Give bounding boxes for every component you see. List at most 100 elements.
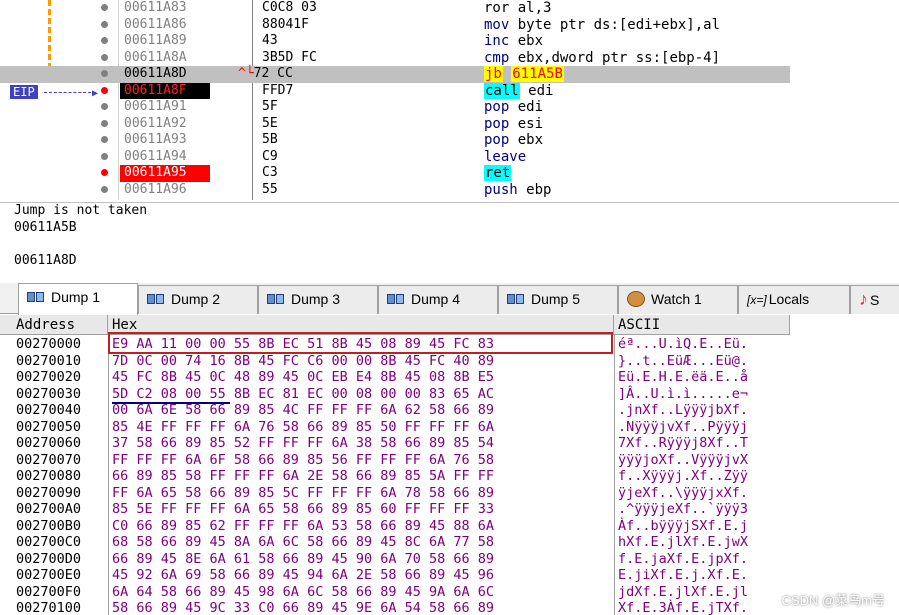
dump-ascii[interactable]: Xf.E.3Àf.E.jTXf. xyxy=(618,600,748,615)
dump-row[interactable]: 00270010 7D 0C 00 74 16 8B 45 FC C6 00 00… xyxy=(0,353,790,370)
dump-address: 00270100 xyxy=(16,600,82,615)
dump-ascii[interactable]: f.E.jaXf.E.jpXf. xyxy=(618,551,748,568)
disasm-row[interactable]: 00611A8D ^└72 CC jb 611A5B xyxy=(0,66,790,83)
dump-row[interactable]: 00270080 66 89 85 58 FF FF FF 6A 2E 58 66… xyxy=(0,468,790,485)
disasm-bytes: 55 xyxy=(262,182,278,198)
disasm-row[interactable]: 00611A92 5E pop esi xyxy=(0,116,790,133)
disasm-row[interactable]: 00611A89 43 inc ebx xyxy=(0,33,790,50)
breakpoint-slot-icon[interactable] xyxy=(101,103,108,110)
disasm-address: 00611A94 xyxy=(124,148,187,164)
dump-hex-bytes[interactable]: 68 58 66 89 45 8A 6A 6C 58 66 89 45 8C 6… xyxy=(112,534,494,551)
breakpoint-dot-icon[interactable] xyxy=(101,169,108,176)
dump-ascii[interactable]: E.jiXf.E.j.Xf.E. xyxy=(618,567,748,584)
tab-locals[interactable]: [x=] Locals xyxy=(738,285,850,314)
header-ascii[interactable]: ASCII xyxy=(614,315,790,335)
breakpoint-slot-icon[interactable] xyxy=(101,37,108,44)
hex-dump-view[interactable]: Address Hex ASCII 00270000 E9 AA 11 00 00… xyxy=(0,315,790,615)
dump-row[interactable]: 002700A0 85 5E FF FF FF 6A 65 58 66 89 85… xyxy=(0,501,790,518)
disasm-address: 00611A86 xyxy=(124,16,187,32)
breakpoint-slot-icon[interactable] xyxy=(101,70,108,77)
dump-ascii[interactable]: jdXf.E.jlXf.E.jl xyxy=(618,584,748,601)
disasm-row[interactable]: 00611A8A 3B5D FC cmp ebx,dword ptr ss:[ebp… xyxy=(0,50,790,67)
dump-row[interactable]: 00270020 45 FC 8B 45 0C 48 89 45 0C EB E4… xyxy=(0,369,790,386)
dump-ascii[interactable]: 7Xf..Rÿÿÿj8Xf..T xyxy=(618,435,748,452)
dump-address: 002700A0 xyxy=(16,501,82,517)
dump-ascii[interactable]: }..t..EüÆ...Eü@. xyxy=(618,353,748,370)
disasm-row[interactable]: 00611A86 88041F mov byte ptr ds:[edi+ebx],… xyxy=(0,17,790,34)
dump-ascii[interactable]: .^ÿÿÿjeXf..`ÿÿÿ3 xyxy=(618,501,748,518)
dump-hex-bytes[interactable]: 45 92 6A 69 58 66 89 45 94 6A 2E 58 66 8… xyxy=(112,567,494,584)
tab-dump-5[interactable]: Dump 5 xyxy=(498,285,618,314)
tab-dump-1[interactable]: Dump 1 xyxy=(18,283,138,315)
dump-hex-bytes[interactable]: 58 66 89 45 9C 33 C0 66 89 45 9E 6A 54 5… xyxy=(112,600,494,615)
disasm-row[interactable]: 00611A94 C9 leave xyxy=(0,149,790,166)
disasm-bytes: 88041F xyxy=(262,17,309,33)
breakpoint-slot-icon[interactable] xyxy=(101,53,108,61)
dump-row[interactable]: 00270030 5D C2 08 00 55 8B EC 81 EC 00 08… xyxy=(0,386,790,403)
tab-dump-2[interactable]: Dump 2 xyxy=(138,285,258,314)
dump-ascii[interactable]: ÿjeXf..\ÿÿÿjxXf. xyxy=(618,485,748,502)
disasm-row[interactable]: 00611A91 5F pop edi xyxy=(0,99,790,116)
dump-hex-bytes[interactable]: C0 66 89 85 62 FF FF FF 6A 53 58 66 89 4… xyxy=(112,518,494,535)
breakpoint-slot-icon[interactable] xyxy=(101,119,108,127)
dump-address: 002700F0 xyxy=(16,583,82,600)
tab-dump-3[interactable]: Dump 3 xyxy=(258,285,378,314)
dump-hex-bytes[interactable]: FF FF FF 6A 6F 58 66 89 85 56 FF FF FF 6… xyxy=(112,452,494,469)
dump-hex-bytes[interactable]: 5D C2 08 00 55 8B EC 81 EC 00 08 00 00 8… xyxy=(112,386,494,403)
tab-s[interactable]: ♪ S xyxy=(850,285,899,314)
dump-row[interactable]: 00270100 58 66 89 45 9C 33 C0 66 89 45 9E… xyxy=(0,600,790,615)
dump-row[interactable]: 00270040 00 6A 6E 58 66 89 85 4C FF FF FF… xyxy=(0,402,790,419)
dump-row[interactable]: 002700F0 6A 64 58 66 89 45 98 6A 6C 58 66… xyxy=(0,584,790,601)
disasm-row[interactable]: 00611A96 55 push ebp xyxy=(0,182,790,199)
dump-hex-bytes[interactable]: 45 FC 8B 45 0C 48 89 45 0C EB E4 8B 45 0… xyxy=(112,369,494,386)
dump-ascii[interactable]: .jnXf..LÿÿÿjbXf. xyxy=(618,402,748,419)
dump-ascii[interactable]: Àf..bÿÿÿjSXf.E.j xyxy=(618,518,748,535)
dump-hex-bytes[interactable]: 7D 0C 00 74 16 8B 45 FC C6 00 00 8B 45 F… xyxy=(112,353,494,370)
tab-watch-1[interactable]: Watch 1 xyxy=(618,285,738,314)
dump-row[interactable]: 002700D0 66 89 45 8E 6A 61 58 66 89 45 90… xyxy=(0,551,790,568)
instruction-operands: esi xyxy=(517,115,544,132)
instruction-mnemonic: pop xyxy=(484,132,510,148)
dump-hex-bytes[interactable]: 00 6A 6E 58 66 89 85 4C FF FF FF 6A 62 5… xyxy=(112,402,494,419)
dump-ascii[interactable]: ÿÿÿjoXf..VÿÿÿjvX xyxy=(618,452,748,469)
disasm-row[interactable]: 00611A8F FFD7 call edi xyxy=(0,82,790,99)
dump-row[interactable]: 00270060 37 58 66 89 85 52 FF FF FF 6A 38… xyxy=(0,435,790,452)
breakpoint-slot-icon[interactable] xyxy=(101,20,108,28)
dump-ascii[interactable]: ]Â..U.ì.ì.....e¬ xyxy=(618,386,748,403)
dump-ascii[interactable]: éª...U.ìQ.E..Eü. xyxy=(618,336,748,353)
instruction-mnemonic: leave xyxy=(484,148,527,165)
disasm-bytes-text: 55 xyxy=(262,181,278,197)
dump-ascii[interactable]: .NÿÿÿjvXf..Pÿÿÿj xyxy=(618,419,748,436)
dump-hex-bytes[interactable]: 6A 64 58 66 89 45 98 6A 6C 58 66 89 45 9… xyxy=(112,584,494,601)
breakpoint-dot-icon[interactable] xyxy=(101,86,108,94)
dump-row[interactable]: 002700B0 C0 66 89 85 62 FF FF FF 6A 53 58… xyxy=(0,518,790,535)
dump-ascii[interactable]: Eü.E.H.E.ëä.E..å xyxy=(618,369,748,386)
disasm-bytes-text: 5F xyxy=(262,99,278,114)
dump-hex-bytes[interactable]: 85 4E FF FF FF 6A 76 58 66 89 85 50 FF F… xyxy=(112,419,494,436)
dump-row[interactable]: 00270070 FF FF FF 6A 6F 58 66 89 85 56 FF… xyxy=(0,452,790,469)
dump-ascii[interactable]: hXf.E.jlXf.E.jwX xyxy=(618,534,748,551)
disasm-row[interactable]: 00611A83 C0C8 03 ror al,3 xyxy=(0,0,790,17)
header-address[interactable]: Address xyxy=(0,315,108,335)
dump-ascii[interactable]: f..Xÿÿÿj.Xf..Zÿÿ xyxy=(618,468,748,485)
breakpoint-slot-icon[interactable] xyxy=(101,4,108,11)
breakpoint-slot-icon[interactable] xyxy=(101,152,108,160)
instruction-mnemonic: ror xyxy=(484,0,510,16)
breakpoint-slot-icon[interactable] xyxy=(101,185,108,193)
dump-hex-bytes[interactable]: FF 6A 65 58 66 89 85 5C FF FF FF 6A 78 5… xyxy=(112,485,494,502)
disassembly-view[interactable]: EIP ▶ 00611A83 C0C8 03 ror al,3 00611A86 880… xyxy=(0,0,790,200)
disasm-bytes: FFD7 xyxy=(262,83,293,99)
dump-hex-bytes[interactable]: 66 89 85 58 FF FF FF 6A 2E 58 66 89 85 5… xyxy=(112,468,494,485)
dump-row[interactable]: 00270050 85 4E FF FF FF 6A 76 58 66 89 85… xyxy=(0,419,790,436)
disasm-instruction: pop edi xyxy=(484,99,543,115)
dump-row[interactable]: 00270090 FF 6A 65 58 66 89 85 5C FF FF FF… xyxy=(0,485,790,502)
dump-row[interactable]: 002700C0 68 58 66 89 45 8A 6A 6C 58 66 89… xyxy=(0,534,790,551)
dump-hex-bytes[interactable]: 37 58 66 89 85 52 FF FF FF 6A 38 58 66 8… xyxy=(112,435,494,452)
dump-hex-bytes[interactable]: 66 89 45 8E 6A 61 58 66 89 45 90 6A 70 5… xyxy=(112,551,494,568)
disasm-row[interactable]: 00611A95 C3 ret xyxy=(0,165,790,182)
tab-dump-4[interactable]: Dump 4 xyxy=(378,285,498,314)
dump-hex-bytes[interactable]: 85 5E FF FF FF 6A 65 58 66 89 85 60 FF F… xyxy=(112,501,494,518)
disasm-row[interactable]: 00611A93 5B pop ebx xyxy=(0,132,790,149)
breakpoint-slot-icon[interactable] xyxy=(101,136,108,143)
dump-row[interactable]: 002700E0 45 92 6A 69 58 66 89 45 94 6A 2E… xyxy=(0,567,790,584)
